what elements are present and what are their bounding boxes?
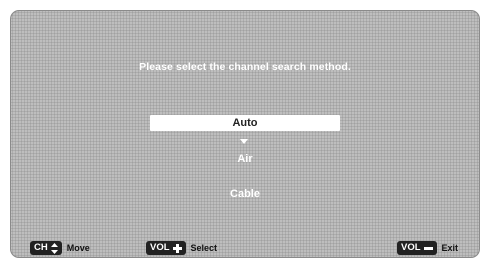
hint-select: VOL Select bbox=[146, 239, 217, 257]
exit-label: Exit bbox=[441, 243, 459, 253]
hint-move: CH Move bbox=[30, 239, 90, 257]
down-arrow-icon bbox=[240, 139, 248, 144]
vol-minus-key-label: VOL bbox=[401, 242, 421, 253]
ch-key-label: CH bbox=[34, 242, 48, 253]
vol-plus-key: VOL bbox=[146, 241, 186, 255]
up-down-arrows-icon bbox=[50, 242, 58, 254]
select-label: Select bbox=[190, 243, 218, 253]
vol-plus-key-label: VOL bbox=[150, 242, 170, 253]
option-cable[interactable]: Cable bbox=[150, 186, 340, 202]
minus-icon bbox=[423, 244, 433, 253]
button-guide: CH Move VOL Select VOL Exit bbox=[11, 239, 479, 257]
move-label: Move bbox=[66, 243, 90, 253]
channel-search-screen: Please select the channel search method.… bbox=[10, 10, 480, 258]
vol-minus-key: VOL bbox=[397, 241, 437, 255]
plus-icon bbox=[172, 243, 182, 253]
ch-key: CH bbox=[30, 241, 62, 255]
hint-exit: VOL Exit bbox=[397, 239, 458, 257]
option-auto[interactable]: Auto bbox=[150, 115, 340, 131]
prompt-text: Please select the channel search method. bbox=[139, 61, 351, 73]
option-air[interactable]: Air bbox=[150, 151, 340, 167]
